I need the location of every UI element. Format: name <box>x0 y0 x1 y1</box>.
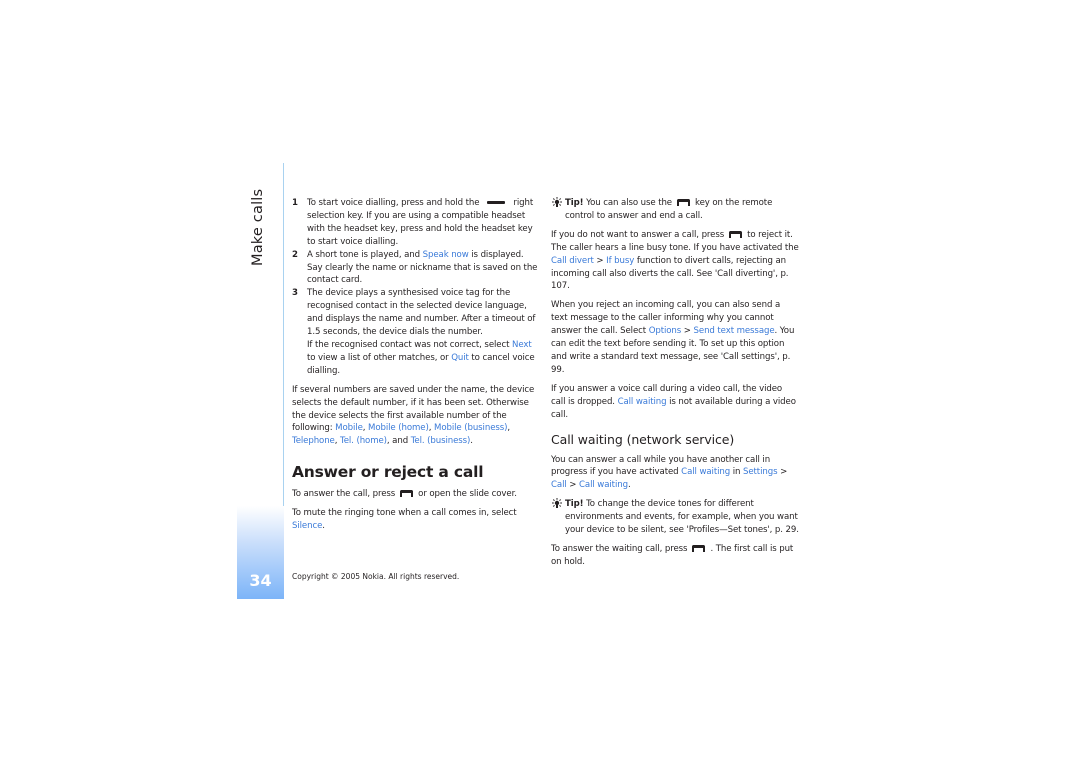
menu-option-link: Quit <box>451 352 469 363</box>
call-key-icon <box>692 544 706 552</box>
step-number: 2 <box>292 249 298 260</box>
menu-option-link: Settings <box>743 467 778 478</box>
menu-option-link: Mobile (home) <box>368 423 429 434</box>
answer-paragraph: To answer the call, press or open the sli… <box>292 489 517 500</box>
tip-label: Tip! <box>565 198 584 208</box>
menu-option-link: Speak now <box>422 249 469 260</box>
tip-tones: Tip! To change the device tones for diff… <box>551 498 799 537</box>
menu-option-link: Options <box>648 326 682 337</box>
menu-option-link: Call <box>551 480 567 491</box>
tip-text: Tip! You can also use the key on the remo… <box>565 198 773 221</box>
copyright: Copyright © 2005 Nokia. All rights reser… <box>292 572 460 581</box>
numbers-paragraph: If several numbers are saved under the n… <box>292 384 535 447</box>
step-number: 1 <box>292 198 298 208</box>
menu-option-link: Silence <box>292 521 323 532</box>
mute-paragraph: To mute the ringing tone when a call com… <box>292 508 517 532</box>
step-item: 2 A short tone is played, and Speak now i… <box>292 249 538 288</box>
hold-paragraph: To answer the waiting call, press. The f… <box>551 543 794 567</box>
step-item: 1 To start voice dialling, press and hold… <box>292 197 538 249</box>
page-number: 34 <box>249 571 272 590</box>
answer-reject-heading: Answer or reject a call <box>292 463 484 482</box>
menu-option-link: Mobile <box>335 423 363 434</box>
menu-option-link: If busy <box>606 255 635 266</box>
right-column: Tip! You can also use the key on the remo… <box>551 197 799 575</box>
voice-dial-steps: 1 To start voice dialling, press and hold… <box>292 197 538 378</box>
text-message-paragraph: When you reject an incoming call, you ca… <box>551 300 795 375</box>
call-waiting-paragraph: You can answer a call while you have ano… <box>551 454 788 491</box>
step-text: A short tone is played, and Speak now is… <box>307 249 538 286</box>
step-text: The device plays a synthesised voice tag… <box>307 288 536 376</box>
left-column: 1 To start voice dialling, press and hold… <box>292 197 538 539</box>
menu-option-link: Next <box>512 339 532 350</box>
menu-option-link: Call waiting <box>617 396 667 407</box>
step-item: 3 The device plays a synthesised voice ta… <box>292 287 538 377</box>
call-key-icon <box>677 199 690 206</box>
call-key-icon <box>400 490 414 498</box>
reject-paragraph: If you do not want to answer a call, pre… <box>551 229 799 292</box>
menu-option-link: Telephone <box>292 436 335 447</box>
selection-key-icon <box>487 201 506 204</box>
section-title-text: Make calls <box>250 188 266 266</box>
tip-bulb-icon <box>552 197 562 207</box>
call-key-icon <box>729 230 743 238</box>
call-waiting-heading: Call waiting (network service) <box>551 431 735 447</box>
section-title: Make calls <box>250 189 270 266</box>
menu-option-link: Tel. (home) <box>340 436 387 447</box>
menu-option-link: Send text message <box>693 326 775 337</box>
tip-remote: Tip! You can also use the key on the remo… <box>551 197 799 223</box>
menu-option-link: Call divert <box>551 255 594 266</box>
menu-option-link: Tel. (business) <box>410 436 471 447</box>
video-call-paragraph: If you answer a voice call during a vide… <box>551 383 796 420</box>
tip-bulb-icon <box>552 498 562 509</box>
menu-option-link: Call waiting <box>681 467 731 478</box>
tip-label: Tip! <box>565 499 584 510</box>
step-number: 3 <box>292 288 298 299</box>
menu-option-link: Call waiting <box>579 480 628 491</box>
tip-text: Tip! To change the device tones for diff… <box>565 499 799 536</box>
menu-option-link: Mobile (business) <box>434 423 508 434</box>
manual-page: Make calls 34 1 To start voice dialling, … <box>0 0 1080 763</box>
step-text: To start voice dialling, press and hold … <box>307 198 534 247</box>
